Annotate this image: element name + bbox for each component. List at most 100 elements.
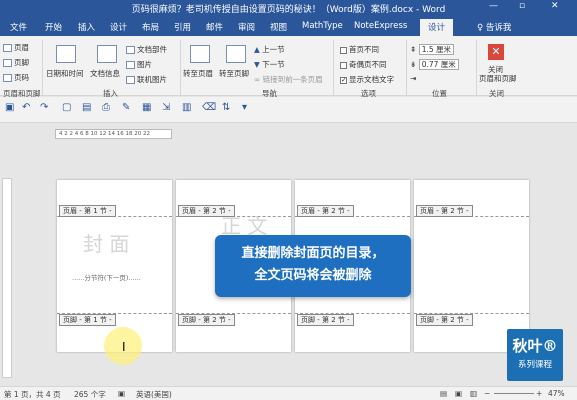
insert-align-tab-icon[interactable]: ⇥ xyxy=(410,74,416,83)
tab-hf-design[interactable]: 设计 xyxy=(420,19,454,36)
show-doc-text-checkbox[interactable]: 显示文档文字 xyxy=(340,74,394,85)
callout-line-1: 直接删除封面页的目录， xyxy=(241,246,385,261)
close-hf-button-label[interactable]: 页眉和页脚 xyxy=(479,73,517,84)
footer-label-page-4[interactable]: 页脚 - 第 2 节 - xyxy=(416,314,473,326)
doc-info-icon xyxy=(97,45,117,63)
tab-layout[interactable]: 布局 xyxy=(142,21,159,33)
tab-noteexpress[interactable]: NoteExpress xyxy=(354,21,407,31)
new-doc-icon[interactable]: ▢ xyxy=(62,102,71,113)
calendar-icon xyxy=(56,45,76,63)
horizontal-ruler: 4 2 2 4 6 8 10 12 14 16 18 20 22 xyxy=(0,124,577,144)
format-painter-icon[interactable]: ✎ xyxy=(122,102,130,113)
logo: 秋叶® 系列课程 xyxy=(507,329,563,381)
logo-line-1: 秋叶® xyxy=(512,337,558,355)
tab-mathtype[interactable]: MathType xyxy=(302,21,343,31)
picture-button[interactable]: 图片 xyxy=(126,59,152,70)
more-icon[interactable]: ▾ xyxy=(242,102,247,113)
date-time-button[interactable]: 日期和时间 xyxy=(46,68,84,79)
doc-info-button[interactable]: 文档信息 xyxy=(90,68,120,79)
zoom-slider[interactable] xyxy=(494,393,534,394)
callout-line-2: 全文页码将会被删除 xyxy=(254,268,372,283)
zoom-level[interactable]: 47% xyxy=(548,389,565,398)
close-hf-icon: ✕ xyxy=(488,44,504,60)
footer-label-page-2[interactable]: 页脚 - 第 2 节 - xyxy=(178,314,235,326)
proofing-icon[interactable]: ▣ xyxy=(118,389,125,398)
tab-review[interactable]: 审阅 xyxy=(238,21,255,33)
sort-icon[interactable]: ⇅ xyxy=(222,102,230,113)
tip-callout: 直接删除封面页的目录， 全文页码将会被删除 xyxy=(215,235,411,297)
goto-footer-button[interactable]: 转至页脚 xyxy=(219,68,249,79)
save-icon[interactable]: ▣ xyxy=(5,102,14,113)
read-mode-icon[interactable]: ▤ xyxy=(440,389,447,398)
footer-bottom-spinner[interactable]: ⇟ 0.77 厘米 xyxy=(410,59,459,70)
goto-header-button[interactable]: 转至页眉 xyxy=(183,68,213,79)
zoom-in-icon[interactable]: + xyxy=(536,389,542,398)
tab-home[interactable]: 开始 xyxy=(45,21,62,33)
link-icon: ∞ xyxy=(254,75,261,84)
online-picture-icon xyxy=(126,76,135,84)
quick-access-toolbar: ▣ ↶ ↷ ▢ ▤ ⎙ ✎ ▦ ⇲ ▥ ⌫ ⇅ ▾ xyxy=(0,97,577,123)
minimize-button[interactable]: — xyxy=(489,1,498,11)
footer-label-page-1[interactable]: 页脚 - 第 1 节 - xyxy=(59,314,116,326)
doc-parts-icon xyxy=(126,46,135,54)
page-number-icon xyxy=(3,74,12,82)
tab-insert[interactable]: 插入 xyxy=(78,21,95,33)
close-window-button[interactable]: ✕ xyxy=(551,1,559,11)
picture-icon xyxy=(126,61,135,69)
diff-first-page-checkbox[interactable]: 首页不同 xyxy=(340,44,379,55)
undo-icon[interactable]: ↶ xyxy=(22,102,30,113)
word-count[interactable]: 265 个字 xyxy=(74,389,106,400)
table-icon[interactable]: ▦ xyxy=(142,102,151,113)
page-4[interactable]: 页眉 - 第 2 节 - 页脚 - 第 2 节 - xyxy=(414,180,529,352)
restore-button[interactable]: ▫ xyxy=(519,1,525,11)
ruler-ticks: 4 2 2 4 6 8 10 12 14 16 18 20 22 xyxy=(55,129,172,139)
next-section-button[interactable]: ▼ 下一节 xyxy=(254,59,285,70)
prev-section-button[interactable]: ▲ 上一节 xyxy=(254,44,285,55)
page-1[interactable]: 页眉 - 第 1 节 - 封 面 ......分节符(下一页)...... 页脚… xyxy=(57,180,172,352)
print-icon[interactable]: ⎙ xyxy=(102,102,110,113)
header-button[interactable]: 页眉 xyxy=(3,42,29,53)
open-icon[interactable]: ▤ xyxy=(82,102,91,113)
zoom-out-icon[interactable]: − xyxy=(484,389,490,398)
select-icon[interactable]: ⇲ xyxy=(162,102,170,113)
status-bar: 第 1 页，共 4 页 265 个字 ▣ 英语(美国) ▤ ▣ ▥ − + 47… xyxy=(0,386,577,400)
tab-references[interactable]: 引用 xyxy=(174,21,191,33)
vertical-ruler xyxy=(2,178,12,378)
header-label-page-3[interactable]: 页眉 - 第 2 节 - xyxy=(297,205,354,217)
language[interactable]: 英语(美国) xyxy=(136,389,172,400)
diff-odd-even-checkbox[interactable]: 奇偶页不同 xyxy=(340,59,387,70)
page-count[interactable]: 第 1 页，共 4 页 xyxy=(4,389,61,400)
tab-mailings[interactable]: 邮件 xyxy=(206,21,223,33)
title-bar: 页码很麻烦？老司机传授自由设置页码的秘诀！（Word版）案例.docx - Wo… xyxy=(0,0,577,16)
tell-me[interactable]: ♀ 告诉我 xyxy=(477,21,511,33)
tab-design[interactable]: 设计 xyxy=(110,21,127,33)
header-icon xyxy=(3,44,12,52)
redo-icon[interactable]: ↷ xyxy=(40,102,48,113)
footer-button[interactable]: 页脚 xyxy=(3,57,29,68)
online-picture-button[interactable]: 联机图片 xyxy=(126,74,167,85)
ribbon-tabs: 文件 开始 插入 设计 布局 引用 邮件 审阅 视图 MathType Note… xyxy=(0,16,577,36)
link-previous-button[interactable]: ∞ 链接到前一条页眉 xyxy=(254,74,323,85)
web-layout-icon[interactable]: ▥ xyxy=(470,389,477,398)
header-position-icon: ⇞ xyxy=(410,45,417,54)
section-break: ......分节符(下一页)...... xyxy=(72,274,141,282)
doc-parts-button[interactable]: 文档部件 xyxy=(126,44,167,55)
ibeam-cursor-icon: I xyxy=(122,340,126,354)
tab-view[interactable]: 视图 xyxy=(270,21,287,33)
tab-file[interactable]: 文件 xyxy=(10,21,27,33)
footer-label-page-3[interactable]: 页脚 - 第 2 节 - xyxy=(297,314,354,326)
goto-header-icon xyxy=(190,45,210,63)
logo-line-2: 系列课程 xyxy=(517,360,552,370)
arrow-up-icon: ▲ xyxy=(254,45,260,54)
clear-format-icon[interactable]: ⌫ xyxy=(202,102,216,113)
page-number-button[interactable]: 页码 xyxy=(3,72,29,83)
header-label-page-1[interactable]: 页眉 - 第 1 节 - xyxy=(59,205,116,217)
print-layout-icon[interactable]: ▣ xyxy=(455,389,462,398)
cover-title: 封 面 xyxy=(83,232,130,256)
paste-icon[interactable]: ▥ xyxy=(182,102,191,113)
header-label-page-4[interactable]: 页眉 - 第 2 节 - xyxy=(416,205,473,217)
footer-icon xyxy=(3,59,12,67)
arrow-down-icon: ▼ xyxy=(254,60,260,69)
header-top-spinner[interactable]: ⇞ 1.5 厘米 xyxy=(410,44,454,55)
goto-footer-icon xyxy=(226,45,246,63)
